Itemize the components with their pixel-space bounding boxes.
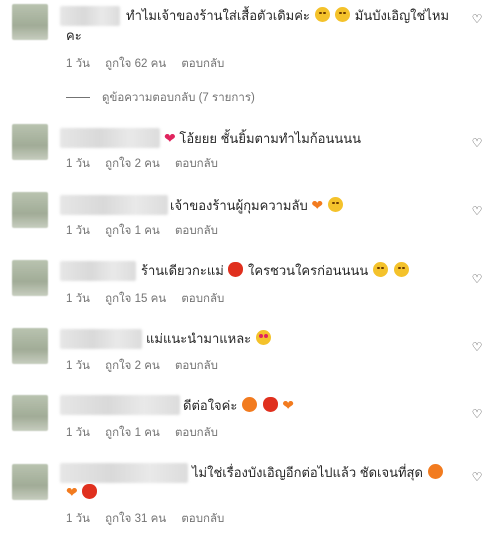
grin-face-icon xyxy=(335,7,351,22)
comment-text-line2: ❤ xyxy=(66,482,98,503)
comment-meta: 1 วัน ถูกใจ 31 คน ตอบกลับ xyxy=(66,513,225,525)
apple-icon xyxy=(82,484,98,499)
smirk-face-icon xyxy=(393,262,409,277)
avatar[interactable] xyxy=(12,395,48,431)
apple-icon xyxy=(262,397,278,412)
username[interactable] xyxy=(60,6,120,26)
reply-button[interactable]: ตอบกลับ xyxy=(175,158,218,170)
username[interactable] xyxy=(60,195,168,215)
rofl-face-icon xyxy=(314,7,330,22)
reply-button[interactable]: ตอบกลับ xyxy=(175,427,218,439)
reply-button[interactable]: ตอบกลับ xyxy=(181,58,224,70)
heart-eyes-face-icon xyxy=(255,330,271,345)
heart-outline-icon[interactable]: ♡ xyxy=(470,272,484,286)
comment-text: ดีต่อใจค่ะ ❤ xyxy=(183,397,294,413)
username[interactable] xyxy=(60,395,180,415)
comment-text: แม่แนะนำมาแหละ xyxy=(146,329,272,349)
username[interactable] xyxy=(60,261,136,281)
red-heart-icon: ❤ xyxy=(164,130,176,146)
orange-heart-icon: ❤ xyxy=(66,484,78,500)
avatar[interactable] xyxy=(12,4,48,40)
username[interactable] xyxy=(60,128,160,148)
username[interactable] xyxy=(60,329,142,349)
heart-outline-icon[interactable]: ♡ xyxy=(470,204,484,218)
avatar[interactable] xyxy=(12,328,48,364)
heart-outline-icon[interactable]: ♡ xyxy=(470,136,484,150)
heart-outline-icon[interactable]: ♡ xyxy=(470,470,484,484)
comment-text-line2: คะ xyxy=(66,28,82,43)
comment-text: ทำไมเจ้าของร้านใส่เสื้อตัวเดิมค่ะ มันบัง… xyxy=(126,7,450,23)
likes-count[interactable]: ถูกใจ 62 คน xyxy=(105,58,166,70)
comment-meta: 1 วัน ถูกใจ 2 คน ตอบกลับ xyxy=(66,158,218,170)
peach-icon xyxy=(241,397,257,412)
comment-meta: 1 วัน ถูกใจ 15 คน ตอบกลับ xyxy=(66,293,225,305)
orange-heart-icon: ❤ xyxy=(282,397,294,413)
comment-text: ❤ โอ้ยยย ชั้นยิ้มตามทำไมก้อนนนน xyxy=(164,130,362,146)
reply-button[interactable]: ตอบกลับ xyxy=(181,513,224,525)
comment-meta: 1 วัน ถูกใจ 2 คน ตอบกลับ xyxy=(66,360,218,372)
reply-button[interactable]: ตอบกลับ xyxy=(175,225,218,237)
avatar[interactable] xyxy=(12,124,48,160)
time: 1 วัน xyxy=(66,58,90,70)
apple-icon xyxy=(228,262,244,277)
reply-button[interactable]: ตอบกลับ xyxy=(181,293,224,305)
view-replies-button[interactable]: ดูข้อความตอบกลับ (7 รายการ) xyxy=(66,89,255,107)
comment-text: ร้านเดียวกะแม่ ใครชวนใครก่อนนนน xyxy=(141,261,410,281)
avatar[interactable] xyxy=(12,464,48,500)
comment-text: ไม่ใช่เรื่องบังเอิญอีกต่อไปแล้ว ชัดเจนที… xyxy=(192,463,444,483)
smirk-face-icon xyxy=(327,197,343,212)
divider xyxy=(66,97,90,99)
orange-heart-icon: ❤ xyxy=(311,197,324,213)
comment-meta: 1 วัน ถูกใจ 62 คน ตอบกลับ xyxy=(66,55,236,73)
comment-text: เจ้าของร้านผู้กุมความลับ ❤ xyxy=(170,195,344,216)
heart-outline-icon[interactable]: ♡ xyxy=(470,340,484,354)
heart-outline-icon[interactable]: ♡ xyxy=(470,407,484,421)
peach-icon xyxy=(427,464,443,479)
avatar[interactable] xyxy=(12,192,48,228)
username[interactable] xyxy=(60,463,188,483)
reply-button[interactable]: ตอบกลับ xyxy=(175,360,218,372)
smirk-face-icon xyxy=(372,262,388,277)
comment-meta: 1 วัน ถูกใจ 1 คน ตอบกลับ xyxy=(66,225,218,237)
heart-outline-icon[interactable]: ♡ xyxy=(470,12,484,26)
comment-meta: 1 วัน ถูกใจ 1 คน ตอบกลับ xyxy=(66,427,218,439)
avatar[interactable] xyxy=(12,260,48,296)
